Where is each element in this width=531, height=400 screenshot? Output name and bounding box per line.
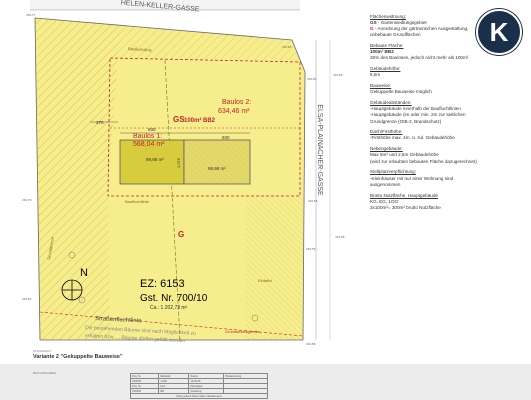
legend-df-text: -Firsthöhe max. 4m. ü. zul. Gebäudehöhe xyxy=(370,135,455,141)
plan-title: Variante 2 "Gekuppelte Bauweise" xyxy=(33,354,123,360)
baulos-1-title: Baulos 1: xyxy=(133,133,162,140)
svg-text:30160: 30160 xyxy=(333,73,343,77)
legend-g-text: - Anordnung der gärtnerischen Ausgestalt… xyxy=(373,26,469,32)
svg-text:26184: 26184 xyxy=(307,77,317,81)
zone-g-top: G xyxy=(178,230,184,239)
zone-gs-detail: 100m² BB2 xyxy=(184,117,216,124)
baulos-2-title: Baulos 2: xyxy=(222,99,251,106)
legend-g-text2: unbebaute Grundflächen xyxy=(370,32,421,38)
legend-panel: Flächenwidmung: GS - Gartensiedlungsgebi… xyxy=(370,14,520,211)
legend-gs-text: - Gartensiedlungsgebiet xyxy=(376,20,427,26)
dim-930-a: 930 xyxy=(148,127,156,132)
bauvorhaben-label: BAUVORHABEN xyxy=(33,371,57,375)
tb-note: Seien jedoch Naturmaße maßnahmend xyxy=(130,393,268,399)
hatched-area-top xyxy=(118,25,300,60)
dim-370: 370 xyxy=(96,120,104,125)
dim-1075: 1.075 xyxy=(176,157,181,168)
house-1-area: 99,98 m² xyxy=(146,157,164,162)
svg-text:30108: 30108 xyxy=(335,235,345,239)
legend-bn-text-2: 3x100m²= 300m² brutto Nutzfläche xyxy=(370,204,441,210)
legend-st-text-2: ausgenommen xyxy=(370,181,401,187)
grundgrenze-bottom-label: Grundstücksgrenze xyxy=(225,329,260,334)
gst-number: Gst. Nr. 700/10 xyxy=(140,293,208,304)
north-label: N xyxy=(80,267,88,279)
svg-text:26156: 26156 xyxy=(308,199,318,203)
baufluchtlinie-mid-label: Baufluchtlinie xyxy=(125,199,150,204)
baulos-2-area: 634,46 m² xyxy=(218,108,250,115)
svg-text:26181: 26181 xyxy=(22,297,32,301)
svg-text:26188: 26188 xyxy=(306,342,316,346)
svg-text:26179: 26179 xyxy=(22,198,32,202)
svg-text:26183: 26183 xyxy=(282,45,292,49)
site-plan: 26177 26183 26184 30160 26156 30108 2615… xyxy=(22,0,345,346)
legend-ng-text-2: (wird zur erlaubten bebauten Fläche dazu… xyxy=(370,158,477,164)
legend-bf-text: 25% des Bauloses, jedoch nicht mehr als … xyxy=(370,55,469,61)
house-2-area: 99,98 m² xyxy=(208,166,226,171)
dim-930-b: 930 xyxy=(222,135,230,140)
legend-gs-code: GS xyxy=(370,20,377,26)
svg-text:26155: 26155 xyxy=(306,247,316,251)
legend-bw-text: Gekuppelte Bauweise möglich xyxy=(370,89,432,95)
title-block: Proj. Nr. Maßstab Datum Planänderung PZ0… xyxy=(129,373,268,399)
einfahrt-label: Einfahrt xyxy=(258,278,273,283)
plan-content-label: PLANINHALT xyxy=(33,349,52,353)
legend-ga-text-3: Grundgrenze (OIB-2, Brandschutz) xyxy=(370,118,442,124)
ez-number: EZ: 6153 xyxy=(140,278,185,290)
hatched-area-left xyxy=(35,18,120,340)
legend-gh-text: 5,5m xyxy=(370,72,381,78)
street-label-right: ELSA-PLAINACHER-GASSE xyxy=(316,104,323,196)
baulos-1-area: 568,04 m² xyxy=(133,141,165,148)
svg-text:26177: 26177 xyxy=(26,13,36,17)
ca-area: Ca.: 1.202,73 m² xyxy=(150,305,188,311)
